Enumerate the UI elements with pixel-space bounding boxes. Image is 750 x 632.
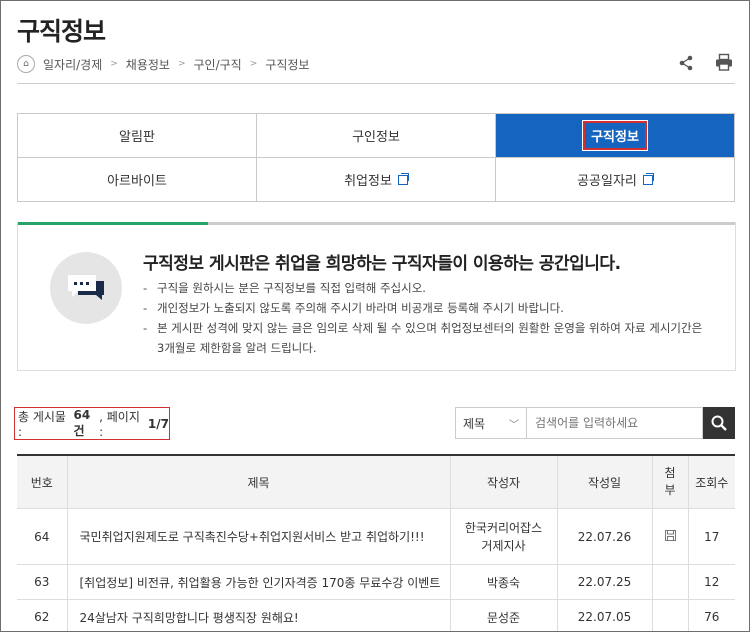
info-item: 개인정보가 노출되지 않도록 주의해 주시기 바라며 비공개로 등록해 주시기 … bbox=[143, 298, 713, 318]
breadcrumb-separator: > bbox=[177, 59, 186, 69]
table-header-row: 번호 제목 작성자 작성일 첨부 조회수 bbox=[17, 454, 735, 509]
search-button[interactable] bbox=[703, 407, 735, 439]
breadcrumb-separator: > bbox=[249, 59, 258, 69]
board-info-box: 구직정보 게시판은 취업을 희망하는 구직자들이 이용하는 공간입니다. 구직을… bbox=[17, 222, 736, 371]
row-no: 64 bbox=[17, 508, 68, 565]
row-title-link[interactable]: 국민취업지원제도로 구직촉진수당+취업지원서비스 받고 취업하기!!! bbox=[66, 508, 451, 565]
tab-label: 구인정보 bbox=[352, 130, 400, 145]
count-mid: , 페이지 : bbox=[99, 410, 140, 439]
breadcrumb-item[interactable]: 구인/구직 bbox=[194, 56, 242, 73]
tab-employment-info[interactable]: 취업정보 bbox=[257, 158, 496, 202]
col-header-date: 작성일 bbox=[556, 454, 653, 509]
tab-label: 구직정보 bbox=[582, 120, 648, 151]
row-attach bbox=[651, 564, 689, 600]
breadcrumb-item[interactable]: 구직정보 bbox=[265, 56, 309, 73]
search-field-value: 제목 bbox=[463, 416, 486, 431]
post-count: 총 게시물 : 64건 , 페이지 : 1/7 bbox=[14, 407, 170, 440]
posts-table: 번호 제목 작성자 작성일 첨부 조회수 64 국민취업지원제도로 구직촉진수당… bbox=[17, 454, 735, 631]
share-icon[interactable] bbox=[679, 55, 693, 71]
row-views: 76 bbox=[687, 599, 735, 631]
info-item: 구직을 원하시는 분은 구직정보를 직접 입력해 주십시오. bbox=[143, 278, 713, 298]
count-page: 1/7 bbox=[147, 416, 169, 431]
table-row[interactable]: 64 국민취업지원제도로 구직촉진수당+취업지원서비스 받고 취업하기!!! 한… bbox=[17, 508, 735, 565]
row-author: 박종숙 bbox=[449, 564, 558, 600]
row-attach bbox=[651, 508, 689, 565]
tab-job-offers[interactable]: 구인정보 bbox=[257, 114, 496, 158]
home-icon[interactable]: ⌂ bbox=[17, 55, 35, 73]
breadcrumb-item[interactable]: 일자리/경제 bbox=[43, 56, 102, 73]
tab-job-seeking[interactable]: 구직정보 bbox=[496, 114, 735, 158]
page-frame: 구직정보 ⌂ 일자리/경제 > 채용정보 > 구인/구직 > 구직정보 알림판 … bbox=[0, 0, 750, 632]
print-icon[interactable] bbox=[715, 53, 733, 71]
row-author: 문성준 bbox=[449, 599, 558, 631]
row-title-link[interactable]: [취업정보] 비전큐, 취업활용 가능한 인기자격증 170종 무료수강 이벤트 bbox=[66, 564, 451, 600]
external-link-icon bbox=[642, 172, 654, 185]
row-title-link[interactable]: 24살남자 구직희망합니다 평생직장 원해요! bbox=[66, 599, 451, 631]
col-header-title: 제목 bbox=[66, 454, 451, 509]
row-date: 22.07.05 bbox=[556, 599, 653, 631]
tab-notice[interactable]: 알림판 bbox=[18, 114, 257, 158]
breadcrumb-separator: > bbox=[110, 59, 118, 69]
tab-public-jobs[interactable]: 공공일자리 bbox=[496, 158, 735, 202]
info-item: 본 게시판 성격에 맞지 않는 글은 임의로 삭제 될 수 있으며 취업정보센터… bbox=[143, 318, 713, 358]
row-views: 17 bbox=[687, 508, 735, 565]
chevron-down-icon: ﹀ bbox=[509, 419, 519, 431]
search-field-select[interactable]: 제목 ﹀ bbox=[455, 407, 527, 439]
speech-bubble-icon bbox=[50, 252, 122, 324]
row-attach bbox=[651, 599, 689, 631]
tab-label: 알림판 bbox=[119, 130, 155, 145]
row-author: 한국커리어잡스 거제지사 bbox=[449, 508, 558, 565]
search-icon bbox=[711, 415, 727, 431]
row-views: 12 bbox=[687, 564, 735, 600]
row-no: 62 bbox=[17, 599, 68, 631]
tab-label: 아르바이트 bbox=[107, 174, 167, 189]
count-total: 64건 bbox=[73, 408, 91, 438]
info-top-bar bbox=[18, 222, 735, 225]
page-title: 구직정보 bbox=[17, 17, 106, 46]
breadcrumb-item[interactable]: 채용정보 bbox=[126, 56, 170, 73]
row-no: 63 bbox=[17, 564, 68, 600]
tab-label: 공공일자리 bbox=[577, 174, 637, 189]
search-input[interactable] bbox=[527, 407, 703, 439]
breadcrumb: ⌂ 일자리/경제 > 채용정보 > 구인/구직 > 구직정보 bbox=[17, 54, 309, 74]
table-row[interactable]: 63 [취업정보] 비전큐, 취업활용 가능한 인기자격증 170종 무료수강 … bbox=[17, 564, 735, 600]
col-header-no: 번호 bbox=[17, 454, 68, 509]
tab-part-time[interactable]: 아르바이트 bbox=[18, 158, 257, 202]
save-icon[interactable] bbox=[664, 529, 676, 541]
info-list: 구직을 원하시는 분은 구직정보를 직접 입력해 주십시오. 개인정보가 노출되… bbox=[143, 278, 713, 358]
info-heading: 구직정보 게시판은 취업을 희망하는 구직자들이 이용하는 공간입니다. bbox=[143, 254, 621, 274]
search-bar: 제목 ﹀ bbox=[455, 407, 735, 439]
row-date: 22.07.25 bbox=[556, 564, 653, 600]
tab-label: 취업정보 bbox=[344, 174, 392, 189]
col-header-author: 작성자 bbox=[449, 454, 558, 509]
col-header-views: 조회수 bbox=[687, 454, 735, 509]
header-divider bbox=[17, 83, 735, 84]
board-tabs: 알림판 구인정보 구직정보 아르바이트 취업정보 공공일자리 bbox=[17, 113, 735, 202]
row-date: 22.07.26 bbox=[556, 508, 653, 565]
count-prefix: 총 게시물 : bbox=[18, 410, 66, 439]
external-link-icon bbox=[397, 172, 409, 185]
col-header-attach: 첨부 bbox=[651, 454, 689, 509]
table-row[interactable]: 62 24살남자 구직희망합니다 평생직장 원해요! 문성준 22.07.05 … bbox=[17, 599, 735, 631]
